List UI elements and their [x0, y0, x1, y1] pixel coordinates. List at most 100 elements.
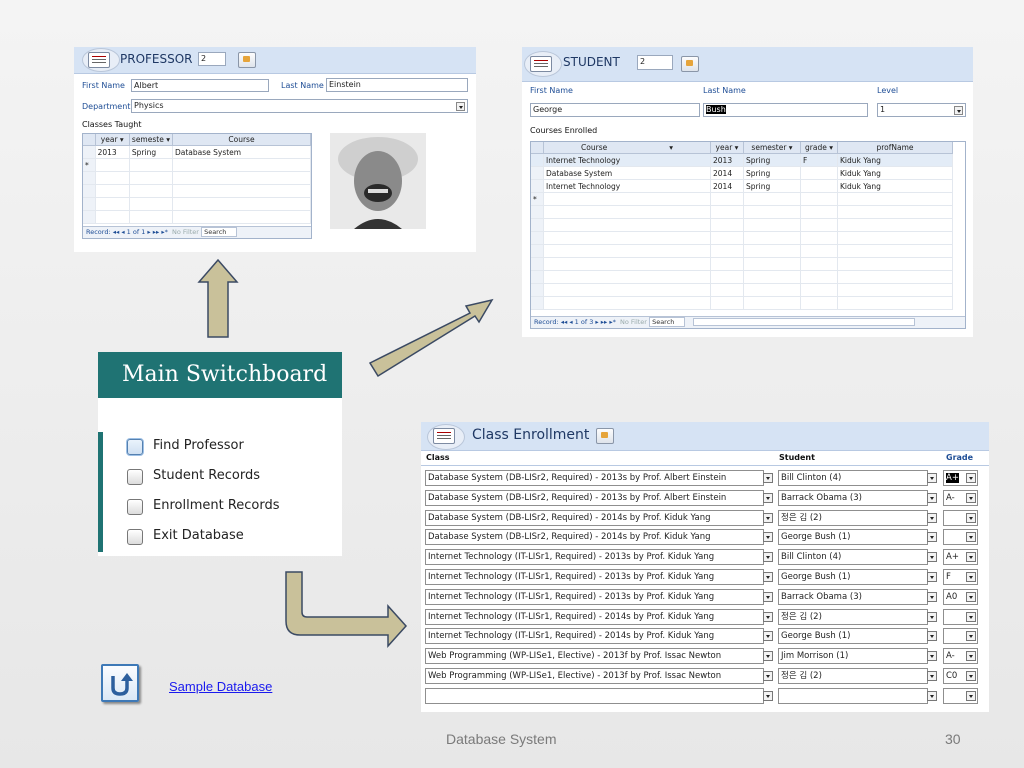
chevron-down-icon[interactable]: [966, 611, 976, 622]
grade-combo[interactable]: C0: [943, 668, 978, 684]
grade-combo[interactable]: [943, 509, 978, 526]
grade-combo[interactable]: [943, 529, 978, 546]
new-record-row[interactable]: *: [83, 158, 311, 172]
chevron-down-icon[interactable]: [763, 512, 773, 523]
find-button[interactable]: [596, 428, 614, 444]
find-professor-label[interactable]: Find Professor: [153, 438, 244, 453]
cell-profname[interactable]: Kiduk Yang: [837, 153, 953, 167]
return-arrow-icon[interactable]: [101, 664, 139, 702]
student-records-label[interactable]: Student Records: [153, 468, 260, 483]
table-row[interactable]: Database System 2014 Spring Kiduk Yang: [531, 166, 953, 180]
cell-grade[interactable]: [800, 166, 838, 180]
student-combo[interactable]: Barrack Obama (3): [778, 588, 928, 605]
cell-grade[interactable]: [800, 179, 838, 193]
find-professor-button[interactable]: [127, 439, 143, 455]
chevron-down-icon[interactable]: [927, 572, 937, 582]
enrollment-row[interactable]: Database System (DB-LISr2, Required) - 2…: [425, 509, 980, 526]
enrollment-row[interactable]: Internet Technology (IT-LISr1, Required)…: [425, 588, 980, 605]
chevron-down-icon[interactable]: [763, 572, 773, 582]
enrollment-row[interactable]: Web Programming (WP-LISe1, Elective) - 2…: [425, 648, 980, 665]
chevron-down-icon[interactable]: [927, 473, 937, 483]
enrollment-row[interactable]: Internet Technology (IT-LISr1, Required)…: [425, 569, 980, 585]
chevron-down-icon[interactable]: [966, 492, 976, 503]
grade-combo[interactable]: [943, 608, 978, 625]
table-row[interactable]: Internet Technology 2014 Spring Kiduk Ya…: [531, 179, 953, 193]
enrollment-row[interactable]: Database System (DB-LISr2, Required) - 2…: [425, 470, 980, 486]
grade-combo[interactable]: A-: [943, 489, 978, 506]
enrollment-row[interactable]: Web Programming (WP-LISe1, Elective) - 2…: [425, 668, 980, 684]
cell-year[interactable]: 2013: [95, 145, 130, 159]
professor-id-field[interactable]: 2: [198, 52, 226, 66]
table-row[interactable]: 2013 Spring Database System: [83, 145, 311, 159]
chevron-down-icon[interactable]: [927, 552, 937, 563]
find-button[interactable]: [238, 52, 256, 68]
no-filter-indicator[interactable]: No Filter: [620, 318, 647, 326]
chevron-down-icon[interactable]: [456, 102, 465, 111]
student-combo[interactable]: Bill Clinton (4): [778, 549, 928, 566]
cell-year[interactable]: 2014: [710, 179, 744, 193]
col-year[interactable]: year ▾: [95, 134, 130, 146]
class-combo[interactable]: Internet Technology (IT-LISr1, Required)…: [425, 569, 764, 585]
student-records-button[interactable]: [127, 469, 143, 485]
col-profname[interactable]: profName: [837, 142, 953, 154]
chevron-down-icon[interactable]: [763, 591, 773, 602]
chevron-down-icon[interactable]: [927, 690, 937, 701]
class-combo[interactable]: Internet Technology (IT-LISr1, Required)…: [425, 549, 764, 566]
first-name-field[interactable]: George: [530, 103, 700, 117]
enrollment-records-label[interactable]: Enrollment Records: [153, 498, 280, 513]
chevron-down-icon[interactable]: [763, 690, 773, 701]
grade-combo[interactable]: A+: [943, 470, 978, 486]
enrollment-row[interactable]: Internet Technology (IT-LISr1, Required)…: [425, 628, 980, 645]
cell-course[interactable]: Database System: [172, 145, 311, 159]
exit-database-label[interactable]: Exit Database: [153, 528, 244, 543]
chevron-down-icon[interactable]: [763, 611, 773, 622]
cell-semester[interactable]: Spring: [129, 145, 173, 159]
class-combo[interactable]: Database System (DB-LISr2, Required) - 2…: [425, 470, 764, 486]
col-course[interactable]: Course: [172, 134, 311, 146]
class-combo[interactable]: Internet Technology (IT-LISr1, Required)…: [425, 588, 764, 605]
enrollment-row[interactable]: Database System (DB-LISr2, Required) - 2…: [425, 489, 980, 506]
cell-semester[interactable]: Spring: [743, 153, 801, 167]
student-combo[interactable]: George Bush (1): [778, 569, 928, 585]
no-filter-indicator[interactable]: No Filter: [172, 228, 199, 236]
class-combo[interactable]: Internet Technology (IT-LISr1, Required)…: [425, 628, 764, 645]
chevron-down-icon[interactable]: [966, 552, 976, 563]
exit-database-button[interactable]: [127, 529, 143, 545]
cell-course[interactable]: Internet Technology: [543, 153, 711, 167]
chevron-down-icon[interactable]: [966, 572, 976, 582]
class-combo[interactable]: Database System (DB-LISr2, Required) - 2…: [425, 489, 764, 506]
class-combo[interactable]: Web Programming (WP-LISe1, Elective) - 2…: [425, 648, 764, 665]
chevron-down-icon[interactable]: [966, 690, 976, 701]
chevron-down-icon[interactable]: [927, 631, 937, 642]
class-combo[interactable]: [425, 687, 764, 704]
cell-profname[interactable]: Kiduk Yang: [837, 166, 953, 180]
cell-profname[interactable]: Kiduk Yang: [837, 179, 953, 193]
grade-combo[interactable]: A0: [943, 588, 978, 605]
department-select[interactable]: Physics: [131, 99, 468, 113]
col-semester[interactable]: semeste ▾: [129, 134, 173, 146]
student-id-field[interactable]: 2: [637, 55, 673, 70]
student-combo[interactable]: 정은 김 (2): [778, 668, 928, 684]
chevron-down-icon[interactable]: [966, 532, 976, 543]
chevron-down-icon[interactable]: [966, 591, 976, 602]
grade-combo[interactable]: [943, 628, 978, 645]
horizontal-scrollbar[interactable]: [693, 318, 916, 326]
col-course[interactable]: Course ▾: [543, 142, 711, 154]
class-combo[interactable]: Database System (DB-LISr2, Required) - 2…: [425, 509, 764, 526]
student-combo[interactable]: [778, 687, 928, 704]
chevron-down-icon[interactable]: [954, 106, 963, 115]
find-button[interactable]: [681, 56, 699, 72]
enrollment-row[interactable]: Internet Technology (IT-LISr1, Required)…: [425, 549, 980, 566]
chevron-down-icon[interactable]: [966, 671, 976, 681]
student-combo[interactable]: Jim Morrison (1): [778, 648, 928, 665]
chevron-down-icon[interactable]: [927, 512, 937, 523]
chevron-down-icon[interactable]: [966, 631, 976, 642]
search-box[interactable]: Search: [649, 317, 686, 327]
class-combo[interactable]: Database System (DB-LISr2, Required) - 2…: [425, 529, 764, 546]
cell-semester[interactable]: Spring: [743, 166, 801, 180]
cell-grade[interactable]: F: [800, 153, 838, 167]
cell-course[interactable]: Database System: [543, 166, 711, 180]
col-semester[interactable]: semester ▾: [743, 142, 801, 154]
chevron-down-icon[interactable]: [966, 512, 976, 523]
chevron-down-icon[interactable]: [927, 591, 937, 602]
